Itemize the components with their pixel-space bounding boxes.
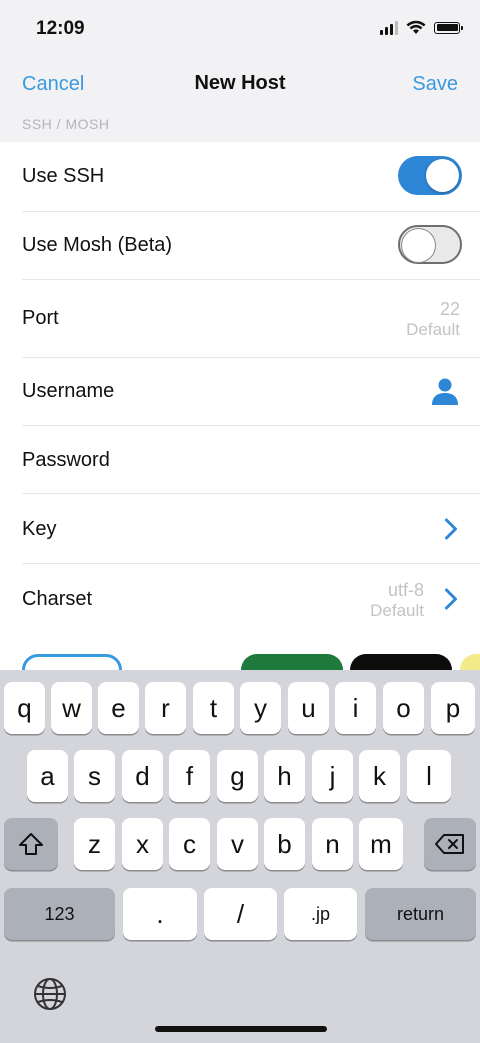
key-dot[interactable]: . — [123, 888, 197, 940]
charset-value: utf-8 — [387, 580, 424, 600]
key-r[interactable]: r — [145, 682, 186, 734]
key-b[interactable]: b — [264, 818, 305, 870]
key-s[interactable]: s — [74, 750, 115, 802]
use-mosh-toggle[interactable] — [398, 225, 462, 264]
key-x[interactable]: x — [122, 818, 163, 870]
delete-key[interactable] — [424, 818, 476, 870]
key-f[interactable]: f — [169, 750, 210, 802]
theme-swatch-strip — [0, 636, 480, 672]
key-k[interactable]: k — [359, 750, 400, 802]
chevron-right-icon — [445, 518, 457, 540]
battery-icon — [434, 21, 463, 34]
charset-default-label: Default — [370, 601, 424, 620]
key-u[interactable]: u — [288, 682, 329, 734]
on-screen-keyboard: q w e r t y u i o p a s d f g h j k l z … — [0, 670, 480, 1043]
port-row[interactable]: Port 22 Default — [0, 280, 480, 358]
key-e[interactable]: e — [98, 682, 139, 734]
cancel-button[interactable]: Cancel — [22, 73, 84, 96]
use-ssh-label: Use SSH — [22, 165, 105, 187]
navigation-bar: Cancel New Host Save — [0, 60, 480, 116]
globe-icon[interactable] — [32, 976, 68, 1012]
key-t[interactable]: t — [193, 682, 234, 734]
charset-row[interactable]: Charset utf-8 Default — [0, 564, 480, 636]
wifi-icon — [406, 20, 426, 34]
status-time: 12:09 — [36, 18, 85, 39]
use-mosh-label: Use Mosh (Beta) — [22, 234, 173, 256]
key-m[interactable]: m — [359, 818, 403, 870]
key-a[interactable]: a — [27, 750, 68, 802]
username-row[interactable]: Username — [0, 358, 480, 426]
key-d[interactable]: d — [122, 750, 163, 802]
key-l[interactable]: l — [407, 750, 451, 802]
home-indicator — [155, 1026, 327, 1032]
key-j[interactable]: j — [312, 750, 353, 802]
key-label: Key — [22, 518, 57, 540]
chevron-right-icon — [445, 588, 457, 610]
cellular-signal-icon — [380, 20, 398, 35]
status-icons — [380, 20, 463, 35]
key-g[interactable]: g — [217, 750, 258, 802]
return-key[interactable]: return — [365, 888, 476, 940]
username-label: Username — [22, 380, 115, 402]
numbers-key[interactable]: 123 — [4, 888, 115, 940]
key-c[interactable]: c — [169, 818, 210, 870]
section-header: SSH / MOSH — [0, 116, 480, 142]
save-button[interactable]: Save — [412, 73, 458, 96]
backspace-icon — [435, 834, 464, 854]
use-ssh-row: Use SSH — [0, 142, 480, 212]
key-i[interactable]: i — [335, 682, 376, 734]
key-y[interactable]: y — [240, 682, 281, 734]
key-h[interactable]: h — [264, 750, 305, 802]
key-slash[interactable]: / — [204, 888, 277, 940]
key-o[interactable]: o — [383, 682, 424, 734]
key-n[interactable]: n — [312, 818, 353, 870]
port-default-label: Default — [406, 320, 460, 339]
section-header-label: SSH / MOSH — [22, 116, 110, 132]
key-dot-jp[interactable]: .jp — [284, 888, 357, 940]
status-bar: 12:09 — [0, 0, 480, 60]
port-label: Port — [22, 307, 59, 329]
charset-label: Charset — [22, 588, 93, 610]
password-row[interactable]: Password — [0, 426, 480, 494]
key-v[interactable]: v — [217, 818, 258, 870]
charset-value-stack: utf-8 Default — [370, 579, 424, 621]
key-z[interactable]: z — [74, 818, 115, 870]
port-field[interactable]: 22 Default — [406, 298, 460, 340]
shift-key[interactable] — [4, 818, 58, 870]
password-label: Password — [22, 449, 110, 471]
key-row[interactable]: Key — [0, 494, 480, 564]
key-w[interactable]: w — [51, 682, 92, 734]
key-q[interactable]: q — [4, 682, 45, 734]
use-mosh-row: Use Mosh (Beta) — [0, 212, 480, 280]
shift-icon — [19, 833, 43, 855]
key-p[interactable]: p — [431, 682, 475, 734]
person-icon[interactable] — [430, 376, 460, 406]
use-ssh-toggle[interactable] — [398, 156, 462, 195]
port-value: 22 — [439, 299, 460, 319]
